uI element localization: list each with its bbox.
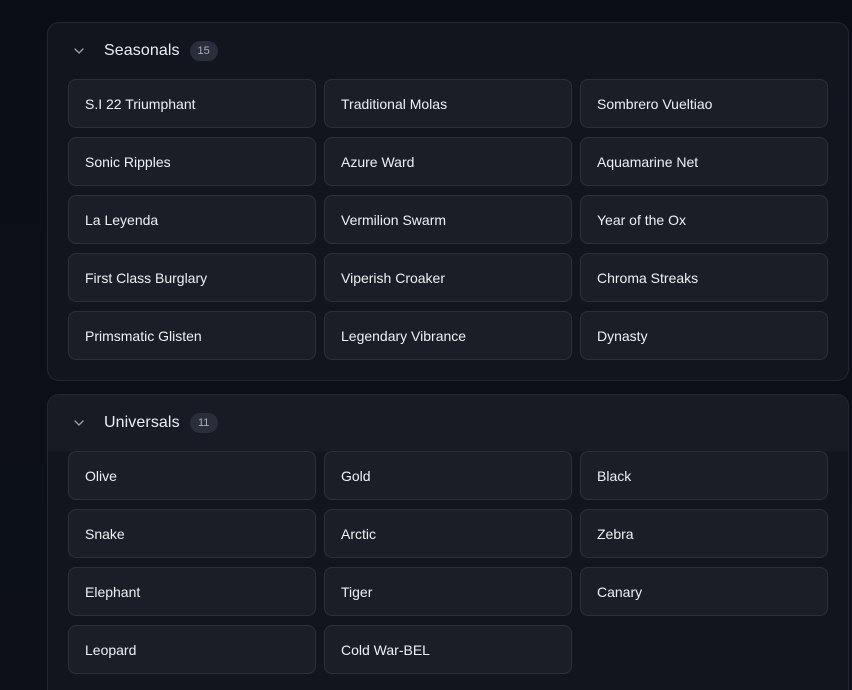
section-title: Seasonals <box>104 42 180 59</box>
item-card[interactable]: Traditional Molas <box>324 79 572 128</box>
item-card[interactable]: Sonic Ripples <box>68 137 316 186</box>
item-card[interactable]: Canary <box>580 567 828 616</box>
seasonals-header[interactable]: Seasonals 15 <box>48 23 848 79</box>
item-card[interactable]: Snake <box>68 509 316 558</box>
item-card[interactable]: Gold <box>324 451 572 500</box>
count-badge: 15 <box>189 41 218 61</box>
universals-grid: Olive Gold Black Snake Arctic Zebra Elep… <box>68 451 828 674</box>
universals-section: Universals 11 Olive Gold Black Snake Arc… <box>47 394 849 690</box>
item-card[interactable]: Sombrero Vueltiao <box>580 79 828 128</box>
item-card[interactable]: Vermilion Swarm <box>324 195 572 244</box>
item-card[interactable]: Dynasty <box>580 311 828 360</box>
item-card[interactable]: Azure Ward <box>324 137 572 186</box>
chevron-down-icon[interactable] <box>72 416 86 430</box>
item-card[interactable]: Leopard <box>68 625 316 674</box>
seasonals-grid: S.I 22 Triumphant Traditional Molas Somb… <box>68 79 828 360</box>
seasonals-section: Seasonals 15 S.I 22 Triumphant Tradition… <box>47 22 849 381</box>
item-card[interactable]: Aquamarine Net <box>580 137 828 186</box>
item-card[interactable]: Viperish Croaker <box>324 253 572 302</box>
item-card[interactable]: Legendary Vibrance <box>324 311 572 360</box>
item-card[interactable]: Chroma Streaks <box>580 253 828 302</box>
item-card[interactable]: Year of the Ox <box>580 195 828 244</box>
section-title: Universals <box>104 414 180 431</box>
item-card[interactable]: Arctic <box>324 509 572 558</box>
count-badge: 11 <box>189 413 218 433</box>
page: Seasonals 15 S.I 22 Triumphant Tradition… <box>0 0 852 690</box>
item-card[interactable]: First Class Burglary <box>68 253 316 302</box>
chevron-down-icon[interactable] <box>72 44 86 58</box>
item-card[interactable]: Zebra <box>580 509 828 558</box>
item-card[interactable]: La Leyenda <box>68 195 316 244</box>
item-card[interactable]: Elephant <box>68 567 316 616</box>
universals-header[interactable]: Universals 11 <box>48 395 848 451</box>
item-card[interactable]: S.I 22 Triumphant <box>68 79 316 128</box>
item-card[interactable]: Olive <box>68 451 316 500</box>
item-card[interactable]: Tiger <box>324 567 572 616</box>
item-card[interactable]: Cold War-BEL <box>324 625 572 674</box>
item-card[interactable]: Black <box>580 451 828 500</box>
item-card[interactable]: Primsmatic Glisten <box>68 311 316 360</box>
